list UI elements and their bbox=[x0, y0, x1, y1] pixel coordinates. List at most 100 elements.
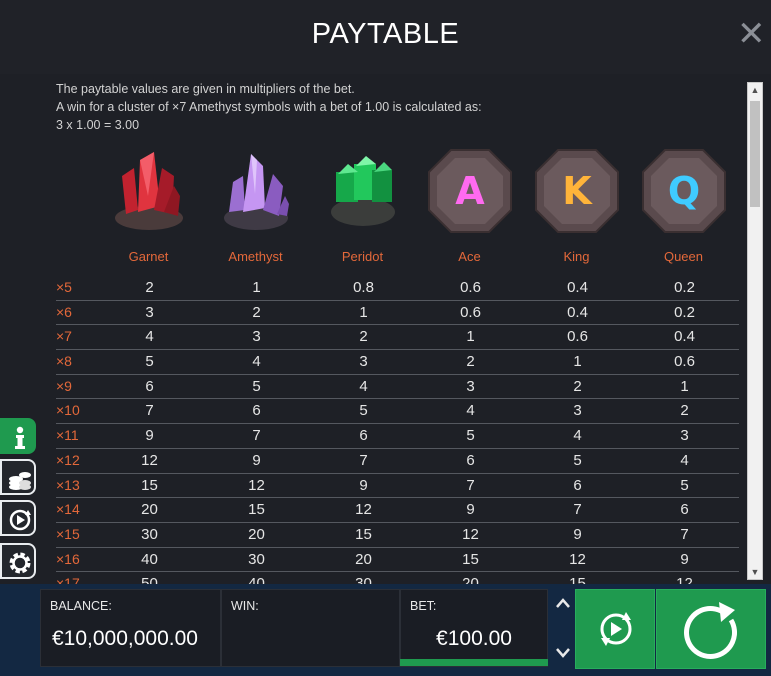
payout-cell: 20 bbox=[248, 525, 265, 543]
garnet-gem-icon bbox=[104, 146, 194, 236]
win-label: WIN: bbox=[231, 599, 259, 613]
payout-cell: 12 bbox=[462, 525, 479, 543]
payout-cell: 6 bbox=[359, 427, 368, 445]
symbol-peridot: Peridot bbox=[309, 146, 416, 264]
table-row: ×15 30 20 15 12 9 7 bbox=[56, 523, 739, 548]
payout-cell: 5 bbox=[680, 476, 689, 494]
svg-text:A: A bbox=[455, 169, 485, 213]
payout-cell: 3 bbox=[359, 353, 368, 371]
bet-increase-icon[interactable] bbox=[553, 596, 573, 616]
symbol-queen: Q Queen bbox=[630, 146, 737, 264]
payout-cell: 1 bbox=[466, 328, 475, 346]
symbol-name: Peridot bbox=[341, 249, 384, 264]
table-row: ×17 50 40 30 20 15 12 bbox=[56, 572, 739, 584]
payout-cell: 4 bbox=[680, 451, 689, 469]
payout-cell: 1 bbox=[252, 279, 261, 296]
payout-cell: 12 bbox=[141, 451, 158, 469]
payout-cell: 30 bbox=[355, 575, 372, 584]
payout-cell: 15 bbox=[462, 550, 479, 568]
payout-cell: 0.2 bbox=[674, 303, 695, 321]
settings-button[interactable] bbox=[0, 543, 36, 579]
payout-cell: 4 bbox=[252, 353, 261, 371]
payout-cell: 30 bbox=[248, 550, 265, 568]
ace-rune-icon: A bbox=[425, 146, 515, 236]
autoplay-spin-button[interactable] bbox=[575, 589, 655, 669]
payout-cell: 15 bbox=[569, 575, 586, 584]
spin-icon bbox=[684, 602, 737, 659]
payout-cell: 20 bbox=[355, 550, 372, 568]
autoplay-icon bbox=[600, 612, 632, 646]
bottom-bar: BALANCE: €10,000,000.00 WIN: BET: €100.0… bbox=[0, 584, 771, 676]
payout-cell: 2 bbox=[145, 279, 154, 296]
close-button[interactable]: ✕ bbox=[737, 17, 766, 51]
payout-cell: 20 bbox=[462, 575, 479, 584]
symbol-name: Amethyst bbox=[228, 249, 283, 264]
payout-cell: 3 bbox=[466, 377, 475, 395]
bet-decrease-icon[interactable] bbox=[553, 646, 573, 666]
payout-cell: 9 bbox=[573, 525, 582, 543]
svg-text:Q: Q bbox=[667, 169, 699, 213]
table-row: ×16 40 30 20 15 12 9 bbox=[56, 548, 739, 573]
payout-cell: 3 bbox=[573, 402, 582, 420]
cluster-size-label: ×7 bbox=[56, 328, 72, 345]
payout-cell: 0.4 bbox=[674, 328, 695, 346]
win-box: WIN: bbox=[221, 589, 400, 667]
cluster-size-label: ×11 bbox=[56, 427, 79, 444]
autoplay-icon bbox=[9, 509, 31, 531]
table-row: ×8 5 4 3 2 1 0.6 bbox=[56, 350, 739, 375]
symbol-name: Queen bbox=[663, 249, 704, 264]
payout-cell: 2 bbox=[573, 377, 582, 395]
payout-cell: 7 bbox=[359, 451, 368, 469]
cluster-size-label: ×14 bbox=[56, 501, 80, 518]
intro-line-3: 3 x 1.00 = 3.00 bbox=[56, 118, 140, 132]
symbol-name: Garnet bbox=[128, 249, 169, 264]
balance-value: €10,000,000.00 bbox=[52, 627, 198, 650]
autoplay-button[interactable] bbox=[0, 500, 36, 536]
payout-cell: 0.4 bbox=[567, 303, 588, 321]
bet-level-bar bbox=[400, 659, 548, 666]
intro-line-1: The paytable values are given in multipl… bbox=[56, 82, 355, 96]
table-row: ×12 12 9 7 6 5 4 bbox=[56, 449, 739, 474]
payout-cell: 9 bbox=[680, 550, 689, 568]
spin-button[interactable] bbox=[656, 589, 766, 669]
coins-icon bbox=[9, 472, 31, 490]
bet-value: €100.00 bbox=[436, 627, 512, 650]
info-icon bbox=[15, 426, 25, 449]
balance-box: BALANCE: €10,000,000.00 bbox=[40, 589, 221, 667]
paytable-panel: The paytable values are given in multipl… bbox=[0, 74, 771, 584]
payout-cell: 40 bbox=[141, 550, 158, 568]
cluster-size-label: ×13 bbox=[56, 476, 80, 493]
cluster-size-label: ×10 bbox=[56, 402, 80, 419]
payout-cell: 4 bbox=[145, 328, 154, 346]
symbol-garnet: Garnet bbox=[95, 146, 202, 264]
scroll-down-icon[interactable]: ▼ bbox=[748, 565, 762, 579]
cluster-size-label: ×8 bbox=[56, 353, 72, 370]
symbol-header-row: Garnet Amethyst Peridot A Ace K King Q Q… bbox=[95, 146, 740, 266]
table-row: ×14 20 15 12 9 7 6 bbox=[56, 498, 739, 523]
cluster-size-label: ×6 bbox=[56, 303, 72, 320]
table-row: ×11 9 7 6 5 4 3 bbox=[56, 424, 739, 449]
payout-cell: 20 bbox=[141, 501, 158, 519]
paytable-header: PAYTABLE ✕ bbox=[0, 0, 771, 74]
table-row: ×6 3 2 1 0.6 0.4 0.2 bbox=[56, 301, 739, 326]
payout-cell: 9 bbox=[359, 476, 368, 494]
payout-cell: 2 bbox=[466, 353, 475, 371]
scroll-up-icon[interactable]: ▲ bbox=[748, 83, 762, 97]
scroll-thumb[interactable] bbox=[750, 101, 760, 207]
payout-cell: 15 bbox=[141, 476, 158, 494]
payout-cell: 12 bbox=[569, 550, 586, 568]
cluster-size-label: ×9 bbox=[56, 377, 72, 394]
page-title: PAYTABLE bbox=[311, 18, 460, 50]
payout-cell: 2 bbox=[252, 303, 261, 321]
payout-cell: 3 bbox=[680, 427, 689, 445]
payout-cell: 1 bbox=[359, 303, 368, 321]
bet-settings-button[interactable] bbox=[0, 459, 36, 495]
payout-cell: 6 bbox=[145, 377, 154, 395]
bet-box[interactable]: BET: €100.00 bbox=[400, 589, 548, 667]
info-button[interactable] bbox=[0, 418, 36, 454]
payout-cell: 2 bbox=[680, 402, 689, 420]
payout-cell: 6 bbox=[573, 476, 582, 494]
payout-cell: 5 bbox=[252, 377, 261, 395]
payout-cell: 9 bbox=[466, 501, 475, 519]
scrollbar[interactable]: ▲ ▼ bbox=[747, 82, 763, 580]
